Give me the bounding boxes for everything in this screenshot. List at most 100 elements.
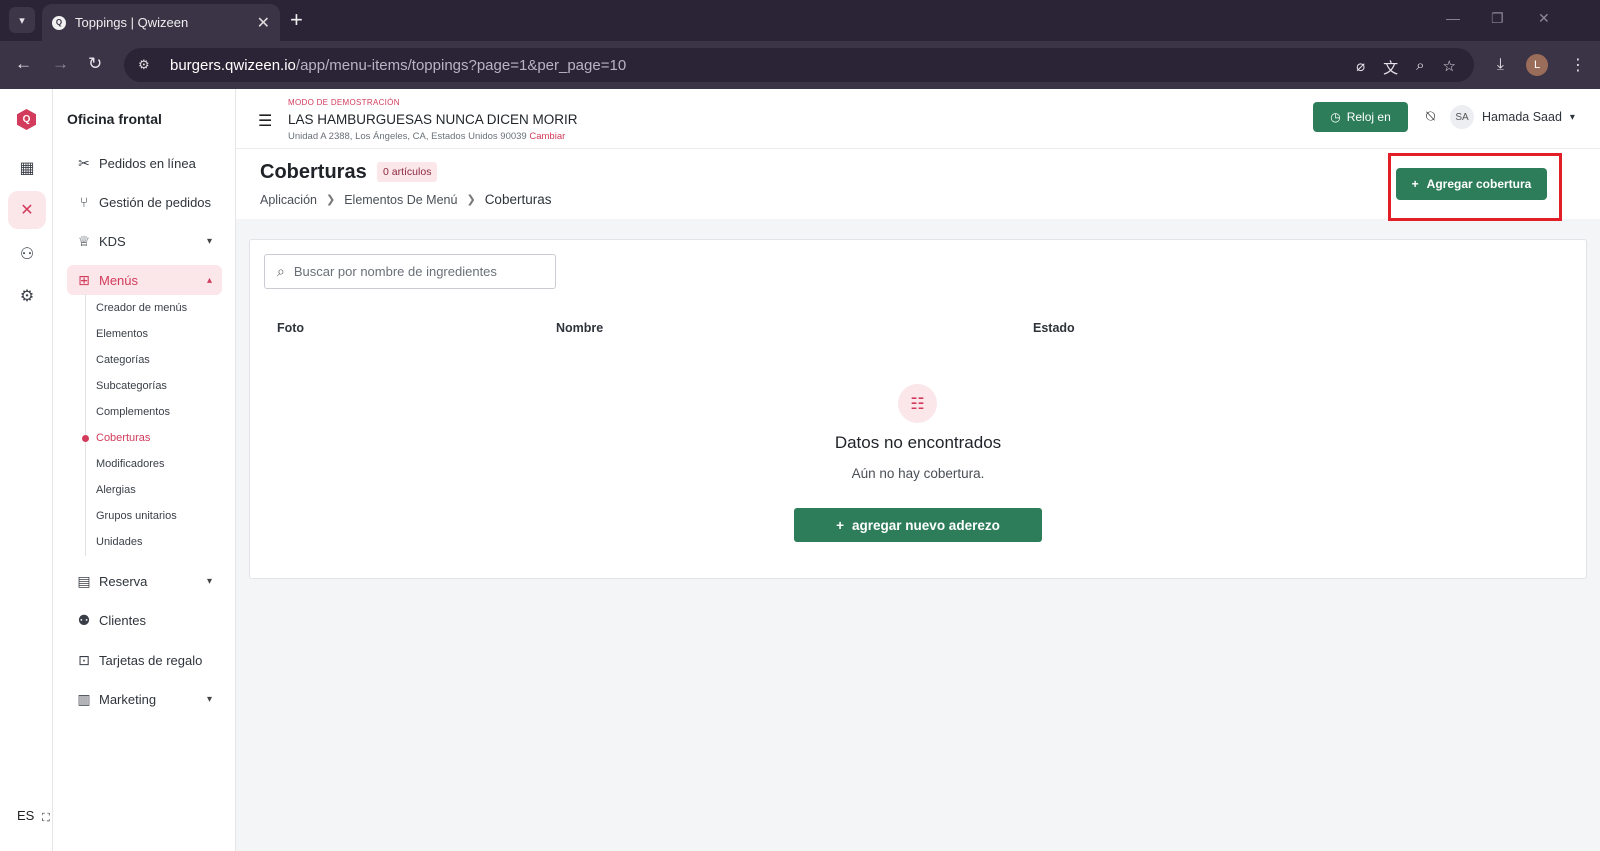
profile-avatar[interactable]: L — [1526, 54, 1548, 76]
page-title: Coberturas — [260, 161, 367, 183]
utensils-cross-icon: ✂ — [78, 154, 90, 171]
change-location-link[interactable]: Cambiar — [529, 131, 565, 142]
chevron-down-icon: ▾ — [1569, 111, 1575, 123]
add-topping-label: Agregar cobertura — [1426, 177, 1532, 191]
subnav-item-subcategorias[interactable]: Subcategorías — [96, 380, 167, 392]
gift-icon: ⊡ — [78, 651, 90, 668]
sidebar: Oficina frontal ✂ Pedidos en línea ⑂ Ges… — [53, 89, 236, 851]
subnav-item-coberturas[interactable]: Coberturas — [96, 432, 150, 444]
back-icon[interactable]: ← — [15, 54, 32, 74]
chevron-right-icon: ❯ — [325, 194, 336, 206]
empty-state-title: Datos no encontrados — [834, 433, 1002, 452]
location-off-icon[interactable]: ⌀ — [1356, 57, 1365, 78]
address-toolbar: ← → ↻ ⚙ burgers.qwizeen.io/app/menu-item… — [0, 41, 1600, 89]
close-window-icon[interactable]: ✕ — [1538, 10, 1550, 27]
expand-icon[interactable]: ⛶ — [42, 812, 50, 825]
plus-icon: + — [1411, 177, 1419, 191]
restaurant-address: Unidad A 2388, Los Ángeles, CA, Estados … — [288, 131, 565, 142]
search-field[interactable]: ⌕ — [264, 254, 556, 289]
breadcrumb-item[interactable]: Elementos De Menú — [344, 193, 457, 207]
sidebar-item-label: Gestión de pedidos — [99, 194, 212, 210]
chevron-right-icon: ❯ — [466, 194, 476, 206]
settings-gear-icon[interactable]: ⚙ — [8, 277, 46, 315]
browser-tab-bar: ▾ Q Toppings | Qwizeen ✕ + — ❐ ✕ — [0, 0, 1600, 41]
address-bar[interactable]: ⚙ burgers.qwizeen.io/app/menu-items/topp… — [124, 48, 1474, 82]
grid-icon: ⊞ — [78, 271, 90, 288]
count-badge: 0 artículos — [377, 162, 438, 182]
qwizeen-logo[interactable]: Q — [17, 109, 36, 130]
sidebar-item-kds[interactable]: ♕ KDS ▾ — [67, 226, 222, 256]
plus-icon: + — [836, 517, 845, 533]
tab-search-button[interactable]: ▾ — [9, 7, 35, 33]
sidebar-item-label: Clientes — [99, 612, 146, 628]
new-tab-button[interactable]: + — [290, 8, 303, 32]
sidebar-item-gestion[interactable]: ⑂ Gestión de pedidos — [67, 187, 222, 217]
sidebar-item-label: Menús — [99, 272, 139, 288]
sidebar-item-tarjetas[interactable]: ⊡ Tarjetas de regalo — [67, 645, 222, 675]
restaurant-name: LAS HAMBURGUESAS NUNCA DICEN MORIR — [288, 112, 578, 127]
forward-icon[interactable]: → — [52, 54, 69, 74]
sidebar-brand: Oficina frontal — [67, 111, 162, 127]
avatar: SA — [1450, 105, 1474, 129]
minimize-icon[interactable]: — — [1446, 10, 1460, 26]
restore-icon[interactable]: ❐ — [1491, 10, 1504, 27]
user-menu[interactable]: SA Hamada Saad ▾ — [1450, 105, 1575, 129]
chevron-up-icon: ▴ — [206, 274, 212, 286]
sidebar-item-pedidos[interactable]: ✂ Pedidos en línea — [67, 148, 222, 178]
search-icon: ⌕ — [277, 263, 285, 279]
clock-in-button[interactable]: ◷ Reloj en — [1313, 102, 1408, 132]
dashboard-icon[interactable]: ▦ — [8, 149, 46, 187]
subnav-item-categorias[interactable]: Categorías — [96, 354, 150, 366]
bookmark-star-icon[interactable]: ☆ — [1443, 57, 1456, 78]
column-header-name: Nombre — [556, 321, 604, 335]
tab-title: Toppings | Qwizeen — [75, 15, 189, 30]
sidebar-item-clientes[interactable]: ⚉ Clientes — [67, 605, 222, 635]
sidebar-item-label: Reserva — [99, 573, 148, 589]
restaurant-icon[interactable]: ✕ — [8, 191, 46, 229]
sidebar-item-label: Tarjetas de regalo — [99, 652, 203, 668]
icon-rail: Q ▦ ✕ ⚇ ⚙ ES ⛶ — [0, 89, 53, 851]
notifications-off-icon[interactable]: ⍉ — [1426, 108, 1435, 125]
bar-chart-icon: ▥ — [77, 690, 91, 707]
sidebar-item-reserva[interactable]: ▤ Reserva ▾ — [67, 566, 222, 596]
subnav-item-unidades[interactable]: Unidades — [96, 536, 142, 548]
org-chart-icon[interactable]: ⚇ — [8, 235, 46, 273]
subnav-item-complementos[interactable]: Complementos — [96, 406, 170, 418]
menu-kebab-icon[interactable]: ⋮ — [1570, 55, 1586, 75]
sidebar-item-marketing[interactable]: ▥ Marketing ▾ — [67, 684, 222, 714]
download-icon[interactable]: ⤓ — [1497, 56, 1504, 74]
page-header: Coberturas 0 artículos Aplicación ❯ Elem… — [236, 149, 1600, 221]
language-selector[interactable]: ES — [17, 808, 34, 823]
subnav-item-creador[interactable]: Creador de menús — [96, 302, 187, 314]
hamburger-menu-icon[interactable]: ☰ — [258, 111, 272, 131]
translate-icon[interactable]: 文 — [1383, 57, 1398, 78]
chevron-down-icon: ▾ — [206, 575, 212, 587]
active-dot — [82, 435, 89, 442]
clock-icon: ◷ — [1330, 110, 1341, 124]
sidebar-item-menus[interactable]: ⊞ Menús ▴ — [67, 265, 222, 295]
zoom-icon[interactable]: ⌕ — [1416, 57, 1424, 78]
search-input[interactable] — [293, 264, 534, 279]
browser-tab[interactable]: Q Toppings | Qwizeen ✕ — [42, 4, 280, 41]
chevron-down-icon: ▾ — [206, 235, 212, 247]
url-path: /app/menu-items/toppings?page=1&per_page… — [295, 56, 627, 74]
users-icon: ⚉ — [77, 611, 91, 628]
subnav-item-alergias[interactable]: Alergias — [96, 484, 136, 496]
site-settings-icon[interactable]: ⚙ — [138, 57, 154, 73]
chef-hat-icon: ♕ — [77, 232, 91, 249]
fork-knife-icon: ⑂ — [79, 194, 89, 210]
subnav-item-elementos[interactable]: Elementos — [96, 328, 148, 340]
add-topping-button[interactable]: + Agregar cobertura — [1396, 168, 1547, 200]
chevron-down-icon: ▾ — [206, 693, 212, 705]
close-tab-icon[interactable]: ✕ — [257, 13, 270, 33]
add-new-topping-button[interactable]: + agregar nuevo aderezo — [794, 508, 1042, 542]
url-host: burgers.qwizeen.io — [170, 56, 296, 74]
subnav-item-modificadores[interactable]: Modificadores — [96, 458, 164, 470]
column-header-status: Estado — [1033, 321, 1075, 335]
address-text: Unidad A 2388, Los Ángeles, CA, Estados … — [288, 131, 527, 142]
sidebar-item-label: KDS — [99, 233, 126, 249]
breadcrumb-item[interactable]: Aplicación — [260, 193, 317, 207]
reload-icon[interactable]: ↻ — [88, 54, 102, 74]
subnav-item-grupos[interactable]: Grupos unitarios — [96, 510, 177, 522]
qwizeen-favicon-icon: Q — [52, 15, 66, 30]
